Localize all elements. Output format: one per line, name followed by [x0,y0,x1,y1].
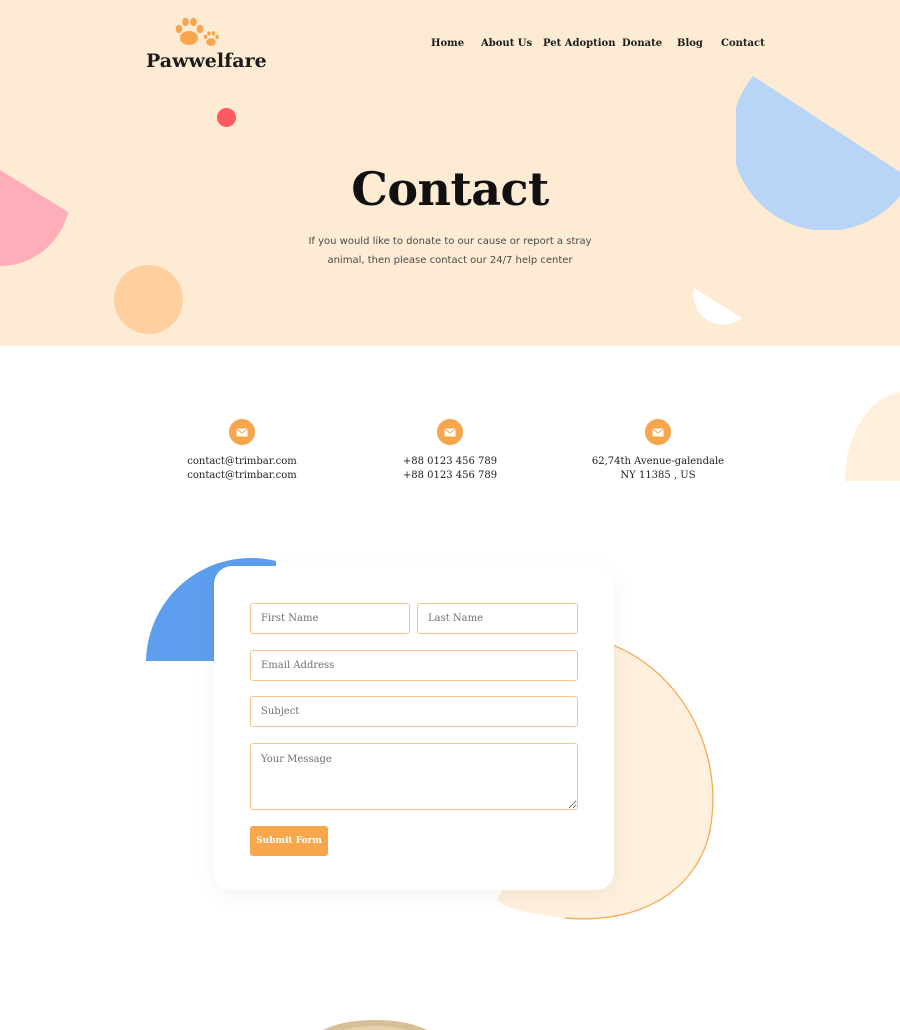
peach-circle-shape [114,265,183,334]
hero-section: Pawwelfare Home About Us Pet Adoption Do… [0,0,900,346]
address-line-2: NY 11385 , US [620,470,696,481]
message-textarea[interactable] [250,743,578,810]
pet-photo-partial [323,1020,427,1030]
brand-name: Pawwelfare [146,50,267,72]
white-half-circle-shape [693,288,742,325]
phone-line-2: +88 0123 456 789 [402,470,498,481]
main-nav: Home About Us Pet Adoption Donate Blog C… [0,38,900,52]
nav-item-home[interactable]: Home [431,38,464,49]
email-input[interactable] [250,650,578,681]
contact-info-email: contact@trimbar.com contact@trimbar.com [142,419,342,483]
mail-icon [645,419,671,445]
page-subtitle-line-1: If you would like to donate to our cause… [308,236,592,247]
nav-item-contact[interactable]: Contact [721,38,765,49]
nav-item-pet-adoption[interactable]: Pet Adoption [543,38,616,49]
subject-input[interactable] [250,696,578,727]
mail-icon [437,419,463,445]
contact-info-phone: +88 0123 456 789 +88 0123 456 789 [350,419,550,483]
first-name-input[interactable] [250,603,410,634]
email-line-1: contact@trimbar.com [187,456,297,467]
submit-form-button[interactable]: Submit Form [250,826,328,856]
address-line-1: 62,74th Avenue-galendale [591,456,725,467]
page-subtitle-line-2: animal, then please contact our 24/7 hel… [327,255,573,266]
page-title: Contact [351,162,549,216]
email-line-2: contact@trimbar.com [187,470,297,481]
contact-form: Submit Form [214,566,614,890]
phone-line-1: +88 0123 456 789 [402,456,498,467]
nav-item-donate[interactable]: Donate [622,38,662,49]
contact-info-address: 62,74th Avenue-galendale NY 11385 , US [558,419,758,483]
red-dot-shape [217,108,236,127]
last-name-input[interactable] [417,603,578,634]
nav-item-about-us[interactable]: About Us [481,38,532,49]
page-subtitle: If you would like to donate to our cause… [300,232,600,270]
cream-partial-circle-shape [845,392,900,481]
mail-icon [229,419,255,445]
nav-item-blog[interactable]: Blog [677,38,703,49]
